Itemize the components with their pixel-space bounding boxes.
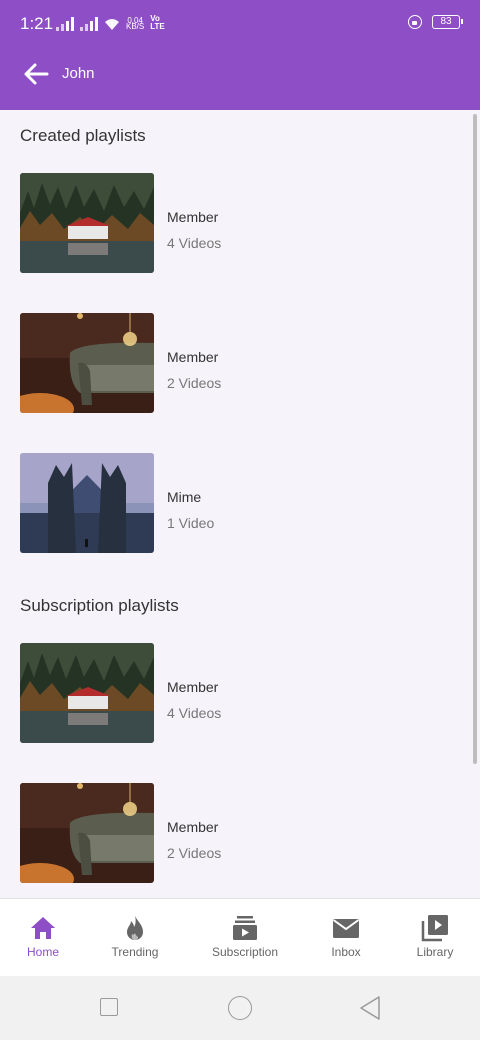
nav-trending-label: Trending — [111, 945, 159, 959]
triangle-back-icon — [360, 996, 380, 1020]
playlist-item[interactable]: Member 4 Videos — [20, 643, 460, 743]
system-back-button[interactable] — [358, 995, 382, 1021]
volte-indicator: Vo LTE — [150, 14, 165, 31]
playlist-name: Member — [167, 819, 219, 835]
nav-trending[interactable]: Trending — [87, 913, 183, 959]
wifi-icon — [104, 17, 120, 31]
network-speed: 0.04 KB/S — [126, 16, 145, 31]
nav-inbox-label: Inbox — [331, 945, 361, 959]
playlist-content[interactable]: Created playlists Member 4 Videos Member… — [0, 110, 480, 898]
playlist-video-count: 1 Video — [167, 515, 215, 531]
rotation-lock-icon — [408, 15, 422, 29]
playlist-name: Member — [167, 679, 219, 695]
playlist-item[interactable]: Mime 1 Video — [20, 453, 460, 553]
arrow-left-icon — [24, 63, 49, 85]
header: John — [0, 48, 480, 110]
playlist-thumbnail — [20, 783, 154, 883]
battery-icon: 83 — [432, 15, 463, 29]
home-button[interactable] — [228, 996, 252, 1020]
page-title: John — [62, 65, 95, 82]
flame-icon — [127, 916, 143, 940]
playlist-name: Member — [167, 349, 219, 365]
playlist-video-count: 2 Videos — [167, 845, 222, 861]
playlist-item[interactable]: Member 2 Videos — [20, 783, 460, 883]
playlist-name: Mime — [167, 489, 202, 505]
nav-inbox[interactable]: Inbox — [298, 913, 394, 959]
home-icon — [31, 917, 55, 939]
nav-subscription-label: Subscription — [211, 945, 279, 959]
playlist-item[interactable]: Member 2 Videos — [20, 313, 460, 413]
mail-icon — [332, 919, 360, 938]
recent-apps-button[interactable] — [100, 998, 118, 1016]
nav-subscription[interactable]: Subscription — [197, 913, 293, 959]
nav-home[interactable]: Home — [0, 913, 91, 959]
playlist-thumbnail — [20, 453, 154, 553]
section-title-created: Created playlists — [20, 126, 146, 145]
nav-library-label: Library — [416, 945, 454, 959]
back-button[interactable] — [22, 60, 54, 88]
status-signals: 0.04 KB/S Vo LTE — [56, 15, 165, 31]
bottom-navigation: Home Trending Subscription Inbox Library — [0, 898, 480, 976]
playlist-video-count: 4 Videos — [167, 705, 222, 721]
playlist-video-count: 2 Videos — [167, 375, 222, 391]
app-bar: 1:21 0.04 KB/S Vo LTE 83 John — [0, 0, 480, 110]
status-bar: 1:21 0.04 KB/S Vo LTE 83 — [0, 0, 480, 48]
subscription-icon — [233, 916, 257, 940]
playlist-item[interactable]: Member 4 Videos — [20, 173, 460, 273]
nav-home-label: Home — [26, 945, 59, 959]
playlist-thumbnail — [20, 313, 154, 413]
section-title-subscription: Subscription playlists — [20, 596, 179, 615]
nav-library[interactable]: Library — [387, 913, 480, 959]
signal-strength-icon-2 — [80, 17, 98, 31]
playlist-video-count: 4 Videos — [167, 235, 222, 251]
signal-strength-icon — [56, 17, 74, 31]
status-time: 1:21 — [20, 14, 54, 33]
playlist-thumbnail — [20, 643, 154, 743]
playlist-thumbnail — [20, 173, 154, 273]
scrollbar[interactable] — [473, 114, 477, 764]
playlist-name: Member — [167, 209, 219, 225]
video-library-icon — [421, 915, 448, 942]
system-navigation-bar — [0, 976, 480, 1040]
